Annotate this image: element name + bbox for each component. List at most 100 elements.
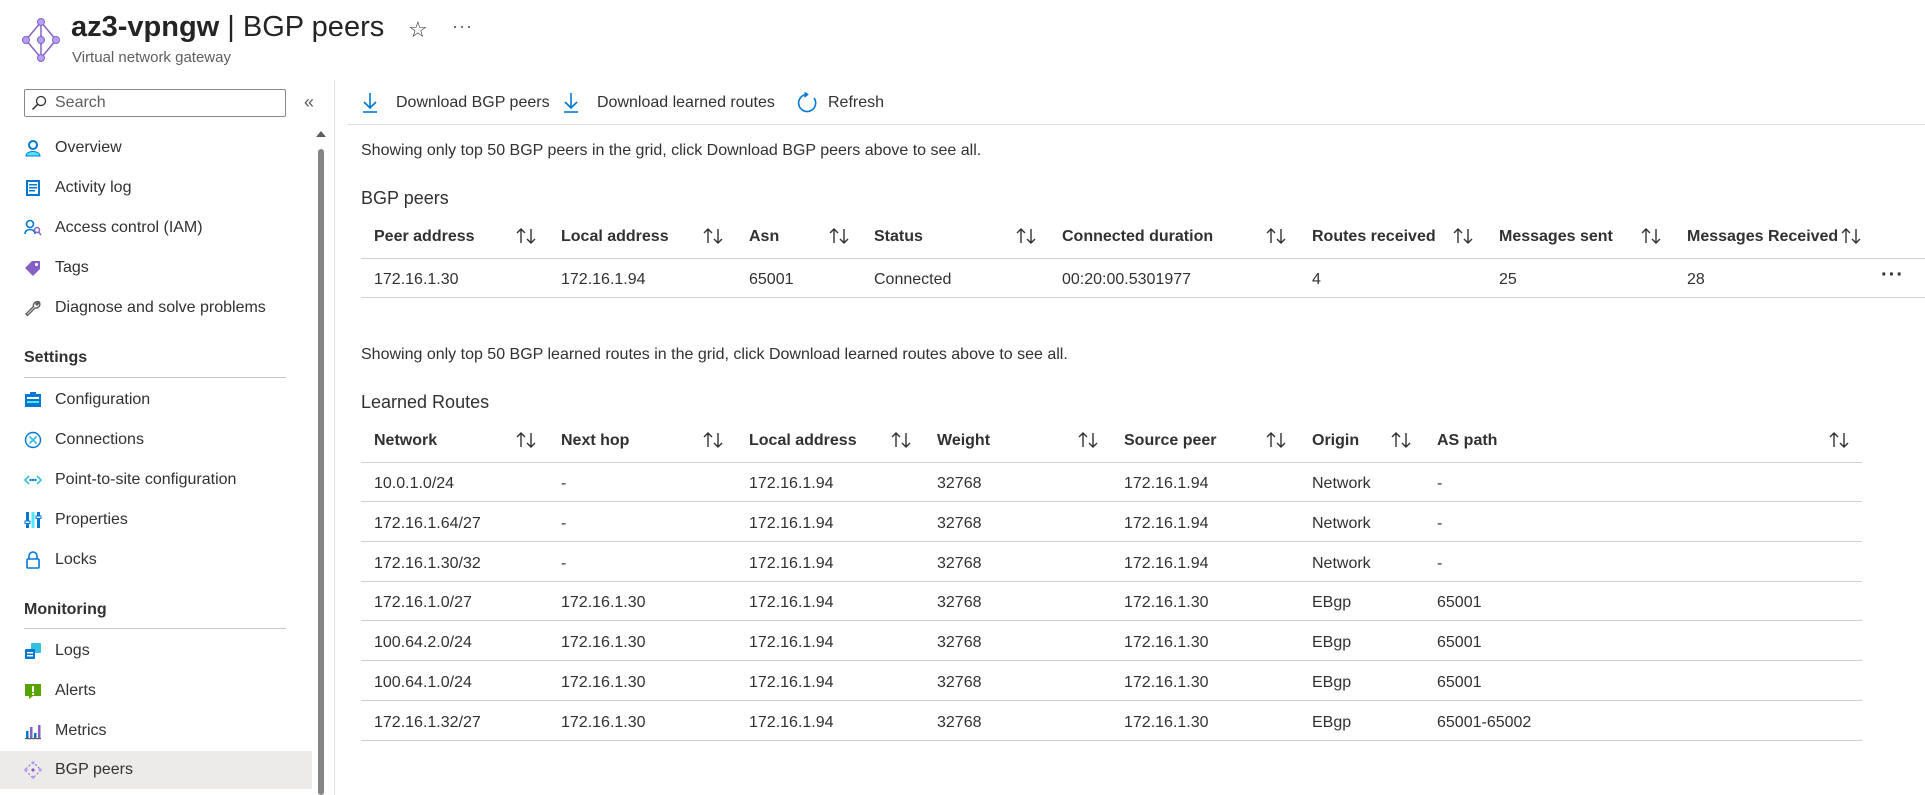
local-address-cell: 172.16.1.94 <box>561 271 646 288</box>
sidebar-item-tags[interactable]: Tags <box>0 249 312 287</box>
command-bar-divider <box>348 124 1925 125</box>
page-title: az3-vpngw | BGP peers <box>71 11 384 44</box>
sidebar-item-metrics[interactable]: Metrics <box>0 712 312 750</box>
sort-icon[interactable] <box>1452 227 1474 245</box>
download-bgp-peers-button[interactable]: Download BGP peers <box>360 90 550 116</box>
column-header-messages-received[interactable]: Messages Received <box>1687 228 1838 246</box>
sort-icon[interactable] <box>890 431 912 449</box>
sort-icon[interactable] <box>702 227 724 245</box>
column-header-local-address[interactable]: Local address <box>749 432 857 450</box>
configuration-icon <box>25 392 41 407</box>
origin-cell: EBgp <box>1312 634 1352 651</box>
column-header-source-peer[interactable]: Source peer <box>1124 432 1216 450</box>
refresh-button[interactable]: Refresh <box>796 90 896 116</box>
collapse-sidebar-icon[interactable]: « <box>304 92 314 113</box>
sidebar-item-locks[interactable]: Locks <box>0 541 312 579</box>
sort-icon[interactable] <box>1390 431 1412 449</box>
column-header-asn[interactable]: Asn <box>749 228 779 246</box>
table-row-divider <box>361 297 1925 298</box>
column-header-local-address[interactable]: Local address <box>561 228 669 246</box>
sort-icon[interactable] <box>1077 431 1099 449</box>
sort-icon[interactable] <box>515 227 537 245</box>
logs-icon <box>25 643 41 659</box>
sidebar-item-configuration[interactable]: Configuration <box>0 381 312 419</box>
download-learned-routes-button[interactable]: Download learned routes <box>561 90 775 116</box>
sidebar-item-alerts[interactable]: Alerts <box>0 672 312 710</box>
as-path-cell: 65001-65002 <box>1437 714 1532 731</box>
refresh-icon <box>797 92 817 113</box>
routes-info-text: Showing only top 50 BGP learned routes i… <box>361 346 1068 363</box>
peers-info-text: Showing only top 50 BGP peers in the gri… <box>361 142 982 159</box>
sort-icon[interactable] <box>1840 227 1862 245</box>
sidebar-item-label: Alerts <box>55 682 96 699</box>
local-address-cell: 172.16.1.94 <box>749 555 834 572</box>
column-header-peer-address[interactable]: Peer address <box>374 228 475 246</box>
sidebar-item-label: Metrics <box>55 722 107 739</box>
sort-icon[interactable] <box>702 431 724 449</box>
asn-cell: 65001 <box>749 271 794 288</box>
sort-icon[interactable] <box>1265 431 1287 449</box>
row-more-actions-icon[interactable]: ··· <box>1881 264 1904 287</box>
sidebar-item-activity-log[interactable]: Activity log <box>0 169 312 207</box>
source-peer-cell: 172.16.1.30 <box>1124 714 1209 731</box>
scrollbar-thumb[interactable] <box>318 149 324 795</box>
sidebar-item-properties[interactable]: Properties <box>0 501 312 539</box>
table-row-divider <box>361 501 1862 502</box>
more-options-icon[interactable]: ··· <box>452 16 473 37</box>
network-cell: 10.0.1.0/24 <box>374 475 455 492</box>
sidebar-item-overview[interactable]: Overview <box>0 129 312 167</box>
sidebar-item-point-to-site[interactable]: Point-to-site configuration <box>0 461 312 499</box>
column-header-next-hop[interactable]: Next hop <box>561 432 629 450</box>
sort-icon[interactable] <box>1640 227 1662 245</box>
next-hop-cell: - <box>561 475 567 492</box>
weight-cell: 32768 <box>937 594 982 611</box>
sort-icon[interactable] <box>828 227 850 245</box>
lock-icon <box>26 551 40 569</box>
download-learned-routes-label: Download learned routes <box>597 94 775 111</box>
sort-icon[interactable] <box>1265 227 1287 245</box>
sidebar-item-label: Overview <box>55 139 122 156</box>
learned-routes-title: Learned Routes <box>361 392 490 412</box>
favorite-star-icon[interactable]: ☆ <box>408 17 428 43</box>
column-header-connected-duration[interactable]: Connected duration <box>1062 228 1213 246</box>
column-header-messages-sent[interactable]: Messages sent <box>1499 228 1613 246</box>
origin-cell: Network <box>1312 475 1371 492</box>
sidebar-item-bgp-peers[interactable]: BGP peers <box>0 751 312 789</box>
table-row-divider <box>361 541 1862 542</box>
column-header-origin[interactable]: Origin <box>1312 432 1359 450</box>
network-cell: 172.16.1.64/27 <box>374 515 481 532</box>
sidebar-item-iam[interactable]: Access control (IAM) <box>0 209 312 247</box>
next-hop-cell: - <box>561 515 567 532</box>
p2s-icon <box>24 475 42 485</box>
column-header-routes-received[interactable]: Routes received <box>1312 228 1436 246</box>
sidebar-item-diagnose[interactable]: Diagnose and solve problems <box>0 289 312 327</box>
blade-title: BGP peers <box>242 11 385 43</box>
weight-cell: 32768 <box>937 475 982 492</box>
column-header-as-path[interactable]: AS path <box>1437 432 1497 450</box>
settings-divider <box>24 377 286 378</box>
source-peer-cell: 172.16.1.30 <box>1124 594 1209 611</box>
search-input[interactable] <box>55 93 275 113</box>
properties-icon <box>24 512 42 528</box>
as-path-cell: - <box>1437 555 1443 572</box>
column-header-status[interactable]: Status <box>874 228 923 246</box>
sidebar-item-label: Locks <box>55 551 97 568</box>
sidebar-search[interactable] <box>24 89 286 117</box>
as-path-cell: - <box>1437 515 1443 532</box>
bgp-peers-icon <box>24 761 42 779</box>
network-cell: 172.16.1.32/27 <box>374 714 481 731</box>
sort-icon[interactable] <box>1015 227 1037 245</box>
scroll-up-arrow-icon[interactable] <box>316 131 326 137</box>
next-hop-cell: 172.16.1.30 <box>561 594 646 611</box>
column-header-weight[interactable]: Weight <box>937 432 990 450</box>
local-address-cell: 172.16.1.94 <box>749 714 834 731</box>
sidebar-item-logs[interactable]: Logs <box>0 632 312 670</box>
sidebar-item-connections[interactable]: Connections <box>0 421 312 459</box>
sidebar-item-label: Tags <box>55 259 89 276</box>
weight-cell: 32768 <box>937 634 982 651</box>
sort-icon[interactable] <box>1828 431 1850 449</box>
monitoring-divider <box>24 628 286 629</box>
column-header-network[interactable]: Network <box>374 432 437 450</box>
sort-icon[interactable] <box>515 431 537 449</box>
next-hop-cell: 172.16.1.30 <box>561 674 646 691</box>
